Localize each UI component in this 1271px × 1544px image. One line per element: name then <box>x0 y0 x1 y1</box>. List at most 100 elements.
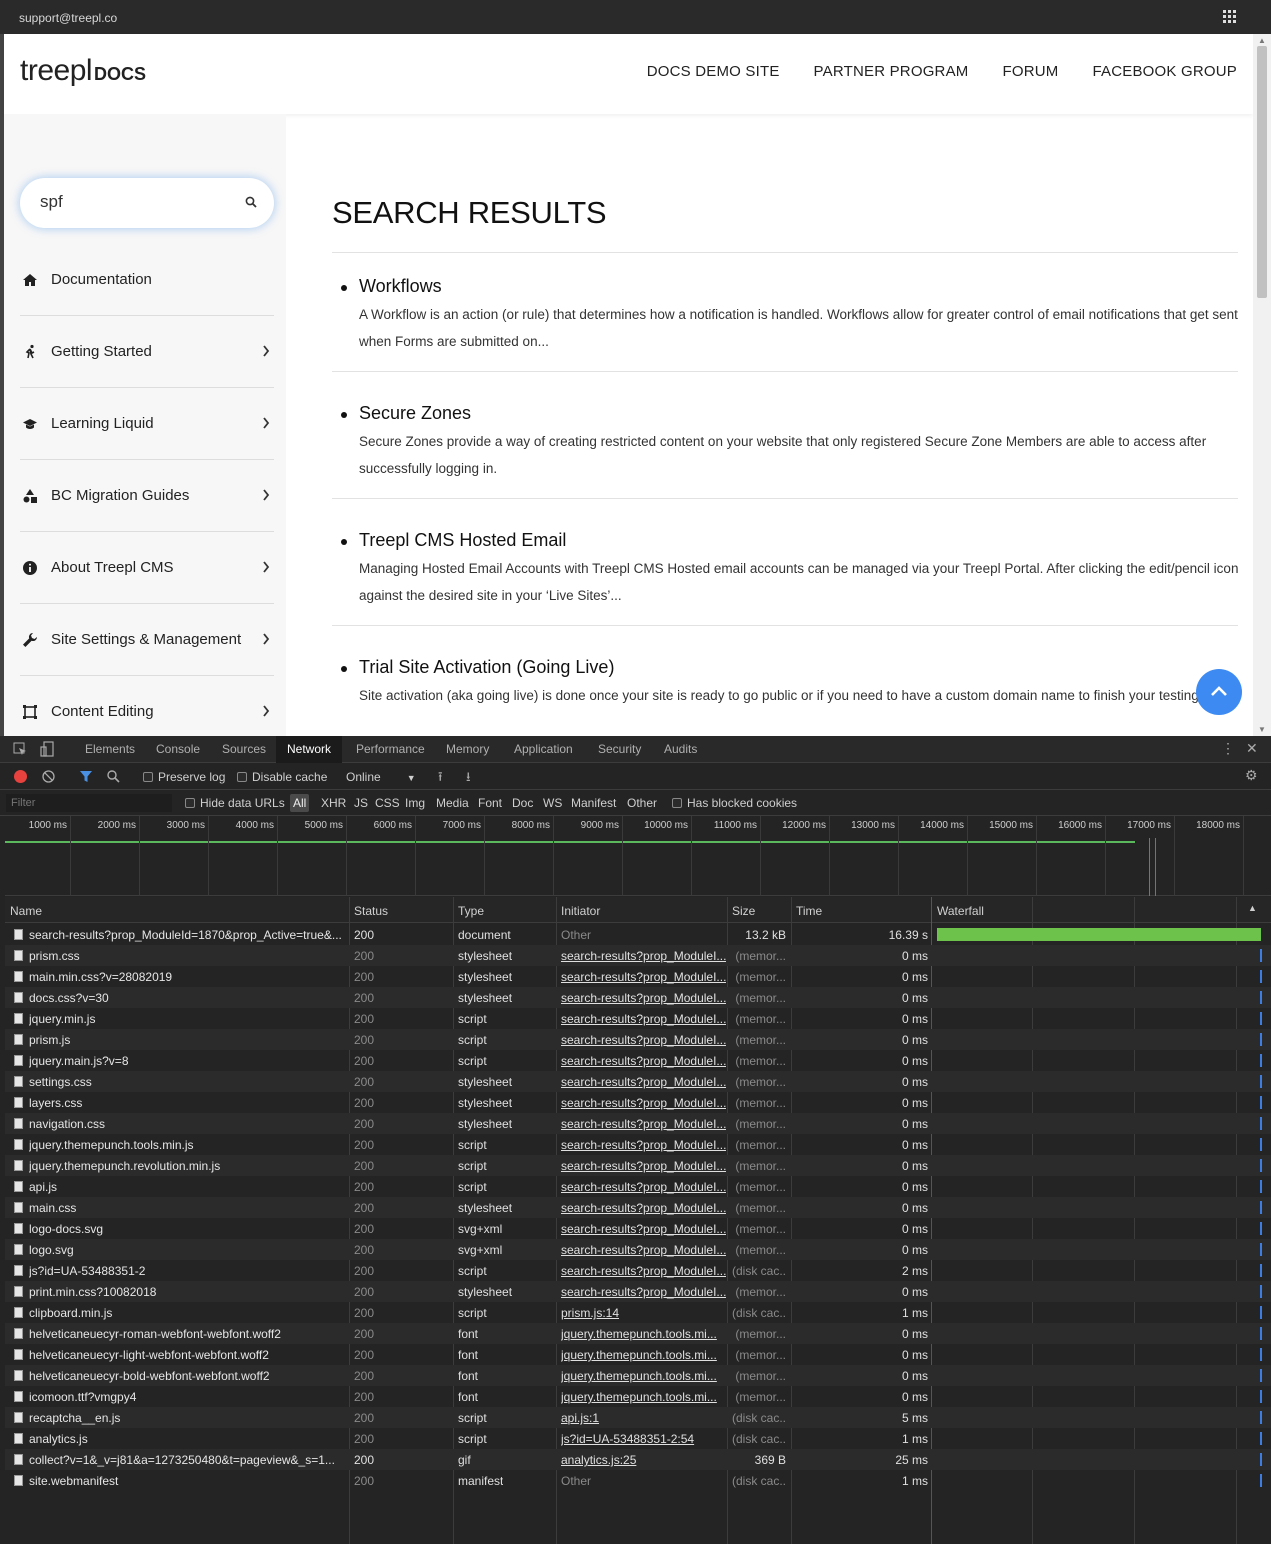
table-row[interactable]: js?id=UA-53488351-2 200 script search-resul… <box>5 1260 1271 1281</box>
cell-initiator[interactable]: search-results?prop_ModuleI... <box>561 1264 726 1278</box>
page-scrollbar[interactable]: ▲ ▼ <box>1253 34 1271 736</box>
cell-initiator[interactable]: search-results?prop_ModuleI... <box>561 949 726 963</box>
column-type[interactable]: Type <box>458 904 484 918</box>
nav-facebook-group[interactable]: FACEBOOK GROUP <box>1093 63 1238 80</box>
table-row[interactable]: helveticaneuecyr-roman-webfont-webfont.w… <box>5 1323 1271 1344</box>
tab-network[interactable]: Network <box>276 736 343 763</box>
table-row[interactable]: main.css 200 stylesheet search-results?prop… <box>5 1197 1271 1218</box>
cell-initiator[interactable]: jquery.themepunch.tools.mi... <box>561 1327 726 1341</box>
inspect-element-icon[interactable] <box>13 742 27 756</box>
more-options-icon[interactable]: ⋮ <box>1221 740 1235 757</box>
search-icon[interactable] <box>245 196 257 208</box>
cell-initiator[interactable]: search-results?prop_ModuleI... <box>561 1075 726 1089</box>
type-filter-xhr[interactable]: XHR <box>321 796 346 810</box>
table-row[interactable]: api.js 200 script search-results?prop_Modul… <box>5 1176 1271 1197</box>
cell-initiator[interactable]: search-results?prop_ModuleI... <box>561 1054 726 1068</box>
tab-sources[interactable]: Sources <box>222 742 266 756</box>
column-status[interactable]: Status <box>354 904 388 918</box>
type-filter-css[interactable]: CSS <box>375 796 400 810</box>
sidebar-item-about-treepl-cms[interactable]: About Treepl CMS <box>20 532 274 604</box>
result-title[interactable]: Treepl CMS Hosted Email <box>359 530 566 551</box>
scroll-up-icon[interactable]: ▲ <box>1258 36 1266 45</box>
cell-initiator[interactable]: search-results?prop_ModuleI... <box>561 970 726 984</box>
cell-initiator[interactable]: api.js:1 <box>561 1411 726 1425</box>
support-email[interactable]: support@treepl.co <box>19 11 117 25</box>
sidebar-item-site-settings[interactable]: Site Settings & Management <box>20 604 274 676</box>
column-waterfall[interactable]: Waterfall <box>937 904 984 918</box>
table-row[interactable]: prism.css 200 stylesheet search-results?pro… <box>5 945 1271 966</box>
result-title[interactable]: Workflows <box>359 276 442 297</box>
cell-initiator[interactable]: analytics.js:25 <box>561 1453 726 1467</box>
cell-initiator[interactable]: jquery.themepunch.tools.mi... <box>561 1369 726 1383</box>
nav-forum[interactable]: FORUM <box>1003 63 1059 80</box>
column-size[interactable]: Size <box>732 904 755 918</box>
close-icon[interactable]: ✕ <box>1246 740 1258 757</box>
table-row[interactable]: search-results?prop_ModuleId=1870&prop_A… <box>5 924 1271 945</box>
table-row[interactable]: settings.css 200 stylesheet search-results?… <box>5 1071 1271 1092</box>
search-input[interactable] <box>40 192 230 212</box>
filter-icon[interactable] <box>79 770 93 783</box>
cell-initiator[interactable]: search-results?prop_ModuleI... <box>561 1138 726 1152</box>
result-title[interactable]: Trial Site Activation (Going Live) <box>359 657 614 678</box>
table-row[interactable]: site.webmanifest 200 manifest Other (disk ca… <box>5 1470 1271 1491</box>
table-row[interactable]: logo-docs.svg 200 svg+xml search-results?pr… <box>5 1218 1271 1239</box>
site-logo[interactable]: treepl DOCS <box>20 54 146 88</box>
cell-initiator[interactable]: search-results?prop_ModuleI... <box>561 991 726 1005</box>
scrollbar-thumb[interactable] <box>1257 46 1267 298</box>
back-to-top-button[interactable] <box>1196 669 1242 715</box>
cell-initiator[interactable]: search-results?prop_ModuleI... <box>561 1243 726 1257</box>
gear-icon[interactable]: ⚙ <box>1245 767 1258 784</box>
cell-initiator[interactable]: js?id=UA-53488351-2:54 <box>561 1432 726 1446</box>
sidebar-item-learning-liquid[interactable]: Learning Liquid <box>20 388 274 460</box>
cell-initiator[interactable]: search-results?prop_ModuleI... <box>561 1117 726 1131</box>
device-toolbar-icon[interactable] <box>40 741 54 757</box>
cell-initiator[interactable]: search-results?prop_ModuleI... <box>561 1285 726 1299</box>
type-filter-manifest[interactable]: Manifest <box>571 796 616 810</box>
tab-performance[interactable]: Performance <box>356 742 425 756</box>
type-filter-media[interactable]: Media <box>436 796 469 810</box>
type-filter-ws[interactable]: WS <box>543 796 562 810</box>
cell-initiator[interactable]: search-results?prop_ModuleI... <box>561 1222 726 1236</box>
filter-input[interactable] <box>6 794 172 812</box>
table-row[interactable]: logo.svg 200 svg+xml search-results?prop_Mo… <box>5 1239 1271 1260</box>
table-row[interactable]: clipboard.min.js 200 script prism.js:14 (dis… <box>5 1302 1271 1323</box>
table-row[interactable]: prism.js 200 script search-results?prop_Mod… <box>5 1029 1271 1050</box>
tab-security[interactable]: Security <box>598 742 641 756</box>
tab-audits[interactable]: Audits <box>664 742 697 756</box>
sidebar-item-getting-started[interactable]: Getting Started <box>20 316 274 388</box>
cell-initiator[interactable]: search-results?prop_ModuleI... <box>561 1180 726 1194</box>
network-overview-timeline[interactable]: 1000 ms 2000 ms 3000 ms 4000 ms 5000 ms 6000 … <box>5 816 1271 896</box>
result-title[interactable]: Secure Zones <box>359 403 471 424</box>
table-row[interactable]: jquery.themepunch.revolution.min.js 200 sc… <box>5 1155 1271 1176</box>
apps-grid-icon[interactable] <box>1223 10 1237 24</box>
cell-initiator[interactable]: search-results?prop_ModuleI... <box>561 1159 726 1173</box>
export-har-icon[interactable]: ⭳ <box>466 768 471 790</box>
table-row[interactable]: layers.css 200 stylesheet search-results?pr… <box>5 1092 1271 1113</box>
cell-initiator[interactable]: search-results?prop_ModuleI... <box>561 1012 726 1026</box>
type-filter-font[interactable]: Font <box>478 796 502 810</box>
tab-application[interactable]: Application <box>514 742 573 756</box>
table-row[interactable]: print.min.css?10082018 200 stylesheet searc… <box>5 1281 1271 1302</box>
column-time[interactable]: Time <box>796 904 822 918</box>
sort-ascending-icon[interactable]: ▲ <box>1248 903 1257 913</box>
cell-initiator[interactable]: search-results?prop_ModuleI... <box>561 1096 726 1110</box>
column-name[interactable]: Name <box>10 904 42 918</box>
table-row[interactable]: recaptcha__en.js 200 script api.js:1 (disk c… <box>5 1407 1271 1428</box>
sidebar-item-bc-migration-guides[interactable]: BC Migration Guides <box>20 460 274 532</box>
cell-initiator[interactable]: prism.js:14 <box>561 1306 726 1320</box>
tab-elements[interactable]: Elements <box>85 742 135 756</box>
has-blocked-cookies-checkbox[interactable]: Has blocked cookies <box>672 796 797 810</box>
preserve-log-checkbox[interactable]: Preserve log <box>143 770 225 784</box>
cell-initiator[interactable]: search-results?prop_ModuleI... <box>561 1201 726 1215</box>
throttle-select[interactable]: Online ▼ <box>346 770 416 784</box>
record-icon[interactable] <box>14 770 27 783</box>
type-filter-js[interactable]: JS <box>354 796 368 810</box>
tab-memory[interactable]: Memory <box>446 742 489 756</box>
search-icon[interactable] <box>107 770 120 783</box>
tab-console[interactable]: Console <box>156 742 200 756</box>
table-row[interactable]: analytics.js 200 script js?id=UA-53488351-2… <box>5 1428 1271 1449</box>
type-filter-doc[interactable]: Doc <box>512 796 533 810</box>
sidebar-item-documentation[interactable]: Documentation <box>20 244 274 316</box>
table-row[interactable]: helveticaneuecyr-bold-webfont-webfont.wo… <box>5 1365 1271 1386</box>
clear-icon[interactable] <box>42 770 55 783</box>
